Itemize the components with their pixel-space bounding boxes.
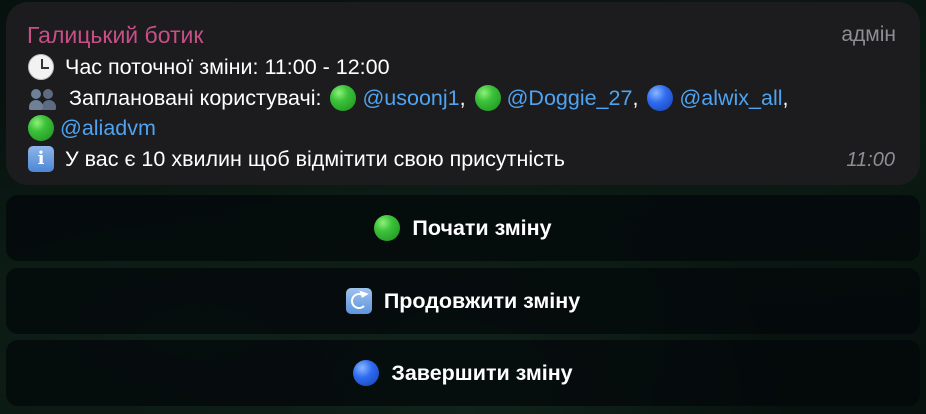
notice-text: У вас є 10 хвилин щоб відмітити свою при… bbox=[65, 147, 565, 171]
blue-circle-icon bbox=[647, 85, 674, 111]
info-icon: i bbox=[28, 146, 54, 172]
start-shift-button[interactable]: Почати зміну bbox=[6, 195, 920, 261]
message-bubble: Галицький ботик адмін Час поточної зміни… bbox=[6, 2, 920, 185]
scheduled-users-label: Заплановані користувачі: bbox=[69, 86, 322, 110]
scheduled-users-line-continued: @aliadvm bbox=[28, 114, 156, 142]
shift-time-line: Час поточної зміни: 11:00 - 12:00 bbox=[28, 53, 390, 81]
refresh-icon bbox=[345, 288, 372, 314]
finish-shift-button[interactable]: Завершити зміну bbox=[6, 340, 920, 406]
sender-name[interactable]: Галицький ботик bbox=[27, 22, 203, 48]
user-mention[interactable]: @Doggie_27 bbox=[507, 84, 633, 112]
start-shift-label: Почати зміну bbox=[412, 215, 552, 240]
clock-icon bbox=[28, 54, 54, 80]
sender-role-badge: адмін bbox=[841, 23, 896, 46]
finish-shift-label: Завершити зміну bbox=[391, 360, 573, 385]
green-circle-icon bbox=[330, 85, 357, 111]
green-circle-icon bbox=[374, 215, 401, 241]
extend-shift-button[interactable]: Продовжити зміну bbox=[6, 268, 920, 334]
blue-circle-icon bbox=[353, 360, 380, 386]
green-circle-icon bbox=[28, 115, 54, 141]
extend-shift-label: Продовжити зміну bbox=[383, 288, 581, 313]
separator: , bbox=[459, 86, 466, 110]
separator: , bbox=[632, 86, 639, 110]
user-mention[interactable]: @usoonj1 bbox=[362, 84, 459, 112]
user-mention[interactable]: @alwix_all bbox=[679, 84, 782, 112]
user-mention[interactable]: @aliadvm bbox=[60, 114, 156, 142]
separator: , bbox=[782, 86, 789, 110]
users-icon bbox=[28, 85, 58, 111]
message-timestamp: 11:00 bbox=[846, 149, 895, 171]
notice-line: i У вас є 10 хвилин щоб відмітити свою п… bbox=[28, 145, 565, 173]
green-circle-icon bbox=[474, 85, 501, 111]
scheduled-users-line: Заплановані користувачі: @usoonj1 , @Dog… bbox=[28, 84, 798, 112]
shift-time-text: Час поточної зміни: 11:00 - 12:00 bbox=[65, 55, 390, 79]
